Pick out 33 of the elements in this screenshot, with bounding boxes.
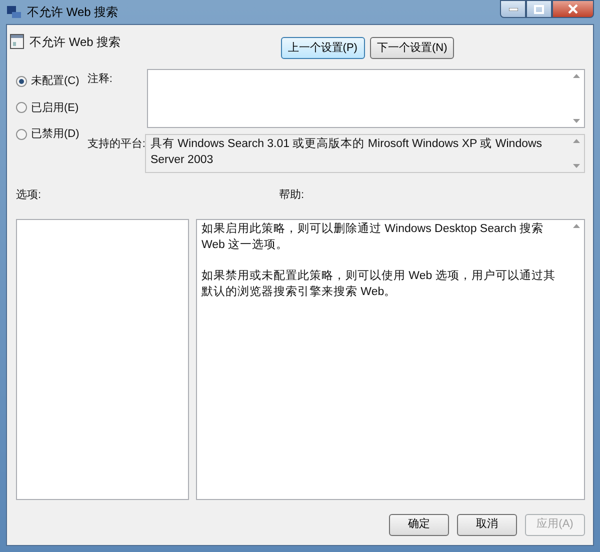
help-label: 帮助: [279, 188, 304, 203]
cancel-button[interactable]: 取消 [457, 514, 517, 536]
maximize-button[interactable] [526, 0, 552, 18]
ok-button[interactable]: 确定 [389, 514, 449, 536]
help-text: 如果禁用或未配置此策略，则可以使用 Web 选项，用户可以通过其默认的浏览器搜索引擎来搜索 Web。 [201, 268, 556, 300]
radio-label[interactable]: 已禁用(D) [31, 126, 80, 142]
minimize-button[interactable] [500, 0, 526, 18]
radio-button[interactable] [16, 102, 27, 114]
scroll-down-icon [572, 119, 580, 123]
window-title: 不允许 Web 搜索 [27, 4, 118, 21]
policy-icon [10, 34, 24, 49]
policy-title: 不允许 Web 搜索 [30, 34, 121, 51]
close-icon [568, 4, 578, 14]
options-label: 选项: [16, 188, 42, 203]
scroll-up-icon [572, 74, 580, 78]
app-icon [6, 5, 22, 19]
scroll-up-icon [572, 139, 580, 143]
scroll-up-icon [572, 224, 580, 228]
help-text: 如果启用此策略，则可以删除通过 Windows Desktop Search 搜索 Web 这一选项。 [201, 222, 545, 252]
comment-field[interactable] [147, 69, 585, 128]
previous-setting-button[interactable]: 上一个设置(P) [280, 37, 365, 59]
comment-label: 注释: [87, 72, 114, 87]
scroll-down-icon [572, 164, 580, 168]
platform-label: 支持的平台: [87, 137, 146, 152]
radio-label[interactable]: 已启用(E) [31, 100, 79, 116]
close-button[interactable] [552, 0, 594, 18]
radio-button[interactable] [16, 128, 27, 140]
radio-button[interactable] [16, 76, 27, 87]
radio-label[interactable]: 未配置(C) [31, 73, 80, 90]
platform-text: 具有 Windows Search 3.01 或更高版本的 Mirosoft Windows XP 或 Windows Server 2003 [149, 136, 544, 168]
minimize-icon [508, 8, 518, 10]
maximize-icon [534, 4, 544, 14]
next-setting-button[interactable]: 下一个设置(N) [370, 37, 454, 59]
